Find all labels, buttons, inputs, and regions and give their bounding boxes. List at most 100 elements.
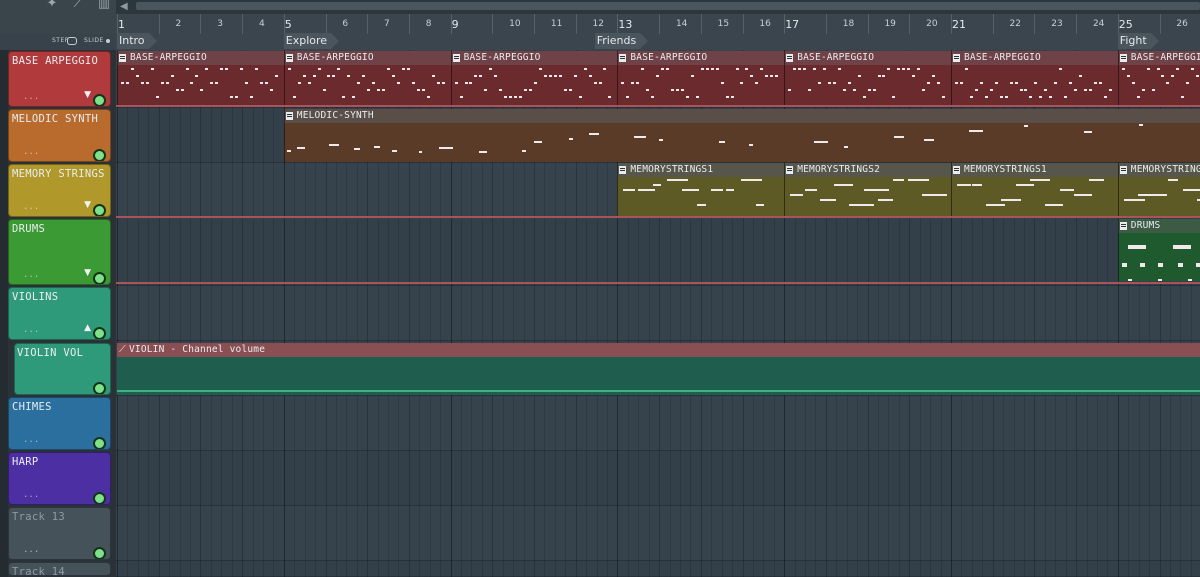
scroll-left-arrow-icon[interactable]: ◀: [120, 0, 132, 14]
track-enable-led[interactable]: [93, 547, 106, 559]
chevron-down-icon[interactable]: ▼: [84, 268, 91, 278]
clip-header[interactable]: BASE-ARPEGGIO: [784, 51, 951, 65]
midi-note: [396, 82, 400, 84]
midi-note: [387, 68, 391, 70]
midi-note: [690, 75, 694, 77]
track-header[interactable]: BASE ARPEGGIO... ▼: [8, 51, 111, 107]
pattern-clip-memory-strings[interactable]: MEMORYSTRINGS1: [617, 163, 785, 216]
section-marker[interactable]: Intro: [117, 33, 156, 49]
pattern-clip-base-arpeggio[interactable]: BASE-ARPEGGIO: [784, 51, 951, 107]
track-more-dots[interactable]: ...: [23, 147, 39, 157]
track-more-dots[interactable]: ...: [23, 325, 39, 335]
pattern-clip-memory-strings[interactable]: MEMORYSTRINGS1: [1117, 163, 1200, 216]
pattern-clip-base-arpeggio[interactable]: BASE-ARPEGGIO: [283, 51, 451, 107]
track-header[interactable]: HARP...: [8, 452, 111, 505]
chevron-up-icon[interactable]: ▲: [84, 323, 91, 333]
section-marker[interactable]: Explore: [283, 33, 340, 49]
track-lane[interactable]: [116, 561, 1200, 577]
track-more-dots[interactable]: ...: [23, 435, 39, 445]
automation-icon[interactable]: ⟋: [70, 0, 86, 12]
clip-header[interactable]: BASE-ARPEGGIO: [283, 51, 451, 65]
track-header[interactable]: VIOLIN VOL: [14, 343, 111, 395]
midi-note: [484, 89, 488, 91]
track-lane[interactable]: [116, 506, 1200, 561]
step-toggle[interactable]: [67, 37, 77, 45]
pattern-clip-base-arpeggio[interactable]: BASE-ARPEGGIO: [951, 51, 1118, 107]
clip-header[interactable]: BASE-ARPEGGIO: [1117, 51, 1200, 65]
track-lane[interactable]: [116, 286, 1200, 341]
beat-line: [179, 50, 181, 577]
track-header[interactable]: Track 14: [8, 562, 111, 576]
track-more-dots[interactable]: ...: [23, 490, 39, 500]
beat-line: [231, 50, 233, 577]
track-more-dots[interactable]: ...: [23, 270, 39, 280]
track-enable-led[interactable]: [93, 272, 106, 284]
pattern-clip-memory-strings[interactable]: MEMORYSTRINGS1: [951, 163, 1118, 216]
midi-note: [1181, 96, 1185, 98]
track-enable-led[interactable]: [93, 437, 106, 449]
track-header[interactable]: DRUMS... ▼: [8, 219, 111, 285]
midi-note: [240, 68, 244, 70]
waveform-icon[interactable]: ✦: [44, 0, 60, 12]
track-more-dots[interactable]: ...: [23, 92, 39, 102]
track-enable-led[interactable]: [93, 492, 106, 504]
automation-clip-violin-volume[interactable]: ⟋ VIOLIN - Channel volume: [117, 343, 1200, 395]
track-enable-led[interactable]: [93, 94, 106, 106]
track-header[interactable]: VIOLINS... ▲: [8, 287, 111, 340]
track-lane[interactable]: [116, 396, 1200, 451]
midi-note: [623, 189, 636, 191]
track-lane[interactable]: [116, 451, 1200, 506]
clip-header[interactable]: BASE-ARPEGGIO: [450, 51, 618, 65]
track-more-dots[interactable]: ...: [23, 202, 39, 212]
track-header[interactable]: MEMORY STRINGS... ▼: [8, 164, 111, 217]
clip-header[interactable]: MEMORYSTRINGS1: [617, 163, 785, 177]
clip-header[interactable]: MEMORYSTRINGS1: [951, 163, 1118, 177]
pattern-clip-icon: [786, 166, 794, 174]
midi-note: [175, 89, 179, 91]
pattern-icon[interactable]: ▥: [96, 0, 112, 12]
track-lane[interactable]: [116, 218, 1200, 286]
playlist-grid[interactable]: BASE-ARPEGGIO BASE-ARPEGGIO BASE-ARPEGGIO B…: [116, 50, 1200, 577]
slide-toggle[interactable]: [106, 39, 110, 43]
track-header[interactable]: CHIMES...: [8, 397, 111, 450]
clip-header[interactable]: ⟋ VIOLIN - Channel volume: [117, 343, 1200, 357]
pattern-clip-drums[interactable]: DRUMS: [1117, 219, 1200, 281]
midi-note: [760, 68, 764, 70]
midi-note: [1039, 96, 1043, 98]
midi-note: [932, 75, 936, 77]
pattern-clip-base-arpeggio[interactable]: BASE-ARPEGGIO: [1117, 51, 1200, 107]
pattern-clip-base-arpeggio[interactable]: BASE-ARPEGGIO: [117, 51, 284, 107]
chevron-down-icon[interactable]: ▼: [84, 200, 91, 210]
track-header[interactable]: Track 13...: [8, 507, 111, 560]
section-marker[interactable]: Fight: [1117, 33, 1159, 49]
pattern-clip-memory-strings[interactable]: MEMORYSTRINGS2: [784, 163, 951, 216]
midi-note: [548, 75, 552, 77]
clip-header[interactable]: BASE-ARPEGGIO: [951, 51, 1118, 65]
clip-header[interactable]: BASE-ARPEGGIO: [617, 51, 785, 65]
clip-border: [617, 163, 619, 216]
scrollbar-thumb[interactable]: [136, 2, 1200, 10]
pattern-clip-base-arpeggio[interactable]: BASE-ARPEGGIO: [617, 51, 785, 107]
clip-border: [117, 51, 118, 107]
pattern-clip-base-arpeggio[interactable]: BASE-ARPEGGIO: [450, 51, 618, 107]
midi-note: [1059, 68, 1063, 70]
section-marker[interactable]: Friends: [594, 33, 648, 49]
track-enable-led[interactable]: [93, 382, 106, 394]
clip-header[interactable]: MELODIC-SYNTH: [283, 109, 1200, 123]
chevron-down-icon[interactable]: ▼: [84, 90, 91, 100]
track-enable-led[interactable]: [93, 204, 106, 216]
pattern-clip-melodic-synth[interactable]: MELODIC-SYNTH: [283, 109, 1200, 162]
clip-header[interactable]: MEMORYSTRINGS2: [784, 163, 951, 177]
bar-number: 4: [258, 19, 265, 29]
midi-note: [671, 89, 675, 91]
track-separator: [116, 105, 1200, 107]
bar-number: 26: [1176, 19, 1188, 29]
clip-header[interactable]: MEMORYSTRINGS1: [1117, 163, 1200, 177]
clip-header[interactable]: BASE-ARPEGGIO: [117, 51, 284, 65]
midi-note: [603, 68, 607, 70]
track-enable-led[interactable]: [93, 327, 106, 339]
track-more-dots[interactable]: ...: [23, 545, 39, 555]
clip-header[interactable]: DRUMS: [1117, 219, 1200, 233]
track-enable-led[interactable]: [93, 149, 106, 161]
track-header[interactable]: MELODIC SYNTH...: [8, 109, 111, 162]
